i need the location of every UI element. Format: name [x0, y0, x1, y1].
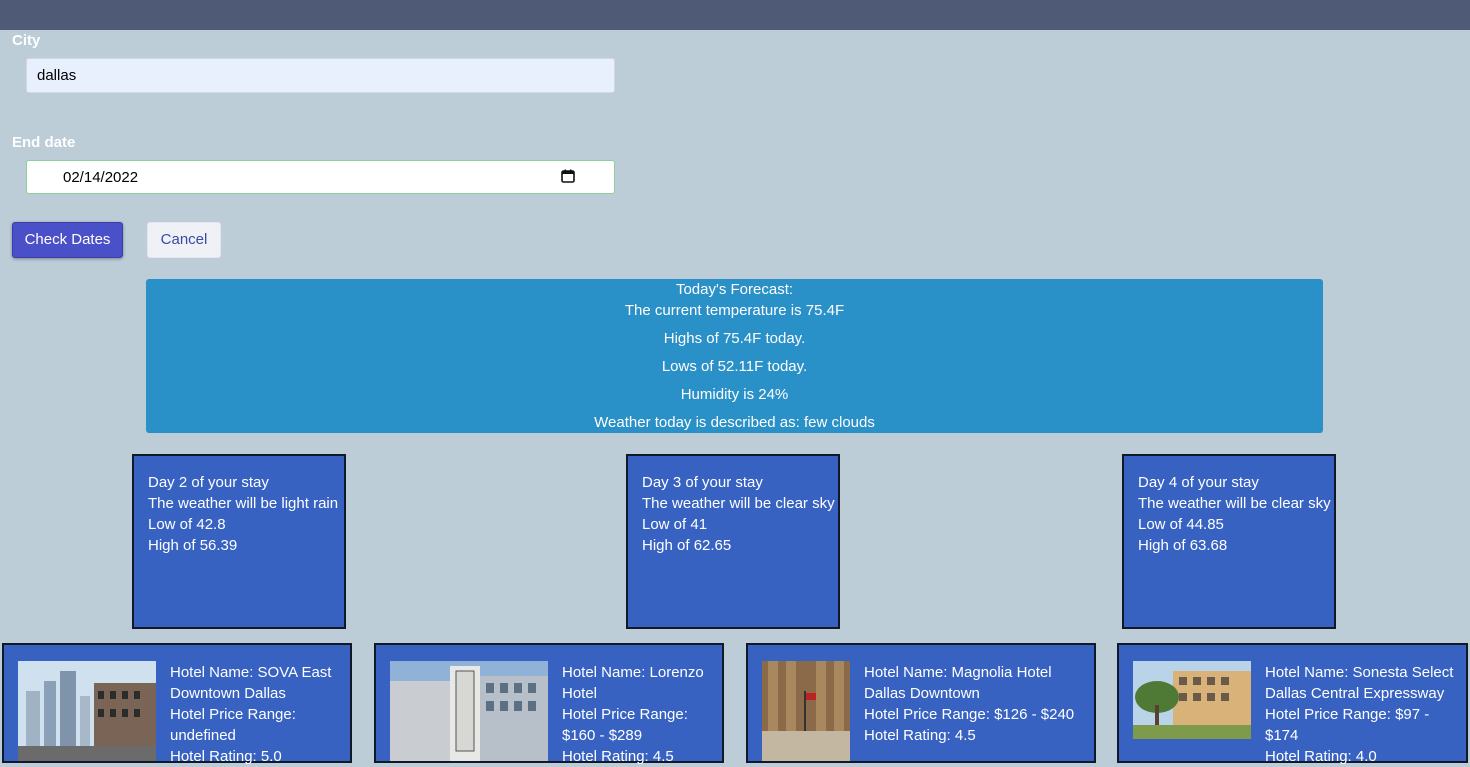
- hotel-card: Hotel Name: Magnolia Hotel Dallas Downto…: [746, 643, 1096, 763]
- hotel-name-line: Hotel Name: Magnolia Hotel: [864, 664, 1052, 681]
- end-date-label: End date: [12, 134, 76, 151]
- day-forecast-card: Day 3 of your stay The weather will be c…: [626, 454, 840, 629]
- hotel-name-line: Hotel Name: Sonesta Select: [1265, 664, 1454, 681]
- day-forecast-card: Day 2 of your stay The weather will be l…: [132, 454, 346, 629]
- hotel-card: Hotel Name: SOVA East Downtown Dallas Ho…: [2, 643, 352, 765]
- hotel-photo: [18, 661, 156, 761]
- day-low: Low of 44.85: [1138, 516, 1224, 533]
- top-bar: [0, 0, 1470, 30]
- hotel-info: Hotel Name: Magnolia Hotel Dallas Downto…: [864, 662, 1074, 746]
- hotel-rating: Hotel Rating: 4.0: [1265, 748, 1377, 765]
- day-forecast-card: Day 4 of your stay The weather will be c…: [1122, 454, 1336, 629]
- hotel-card: Hotel Name: Sonesta Select Dallas Centra…: [1117, 643, 1468, 765]
- todays-forecast-panel: Today's Forecast: The current temperatur…: [146, 279, 1323, 433]
- hotel-photo: [1133, 661, 1251, 739]
- hotel-info: Hotel Name: Lorenzo Hotel Hotel Price Ra…: [562, 662, 704, 767]
- day-weather: The weather will be clear sky: [642, 495, 835, 512]
- forecast-highs: Highs of 75.4F today.: [663, 330, 806, 347]
- day-title: Day 4 of your stay: [1138, 474, 1259, 491]
- forecast-lows: Lows of 52.11F today.: [661, 358, 808, 375]
- day-title: Day 2 of your stay: [148, 474, 269, 491]
- day-high: High of 56.39: [148, 537, 238, 554]
- hotel-name-line: Downtown Dallas: [170, 685, 286, 702]
- hotel-name-line: Dallas Central Expressway: [1265, 685, 1445, 702]
- day-title: Day 3 of your stay: [642, 474, 763, 491]
- hotel-rating: Hotel Rating: 4.5: [864, 727, 976, 744]
- forecast-description: Weather today is described as: few cloud…: [594, 414, 875, 431]
- check-dates-button[interactable]: Check Dates: [12, 222, 123, 258]
- hotel-price-line: $160 - $289: [562, 727, 643, 744]
- hotel-name-line: Hotel Name: SOVA East: [170, 664, 332, 681]
- day-high: High of 63.68: [1138, 537, 1228, 554]
- hotel-info: Hotel Name: Sonesta Select Dallas Centra…: [1265, 662, 1453, 767]
- cancel-button[interactable]: Cancel: [147, 222, 221, 258]
- day-weather: The weather will be light rain: [148, 495, 339, 512]
- hotel-name-line: Hotel: [562, 685, 598, 702]
- city-input[interactable]: [26, 58, 615, 93]
- day-high: High of 62.65: [642, 537, 732, 554]
- end-date-input[interactable]: 02/14/2022: [26, 160, 615, 194]
- hotel-rating: Hotel Rating: 5.0: [170, 748, 282, 765]
- forecast-current-temp: The current temperature is 75.4F: [624, 302, 845, 319]
- hotel-photo: [390, 661, 548, 761]
- end-date-value: 02/14/2022: [63, 169, 139, 186]
- day-low: Low of 42.8: [148, 516, 226, 533]
- hotel-photo: [762, 661, 850, 761]
- day-low: Low of 41: [642, 516, 708, 533]
- hotel-price-line: Hotel Price Range:: [170, 706, 296, 723]
- hotel-price-line: $174: [1265, 727, 1299, 744]
- hotel-name-line: Hotel Name: Lorenzo: [562, 664, 704, 681]
- hotel-price-line: Hotel Price Range:: [562, 706, 688, 723]
- city-label: City: [12, 32, 41, 49]
- hotel-info: Hotel Name: SOVA East Downtown Dallas Ho…: [170, 662, 331, 767]
- forecast-humidity: Humidity is 24%: [680, 386, 789, 403]
- forecast-title: Today's Forecast:: [675, 281, 794, 298]
- day-weather: The weather will be clear sky: [1138, 495, 1331, 512]
- hotel-card: Hotel Name: Lorenzo Hotel Hotel Price Ra…: [374, 643, 724, 765]
- calendar-icon[interactable]: [561, 169, 575, 183]
- hotel-name-line: Dallas Downtown: [864, 685, 980, 702]
- hotel-price-line: undefined: [170, 727, 236, 744]
- hotel-rating: Hotel Rating: 4.5: [562, 748, 674, 765]
- hotel-price-line: Hotel Price Range: $97 -: [1265, 706, 1430, 723]
- hotel-price-line: Hotel Price Range: $126 - $240: [864, 706, 1075, 723]
